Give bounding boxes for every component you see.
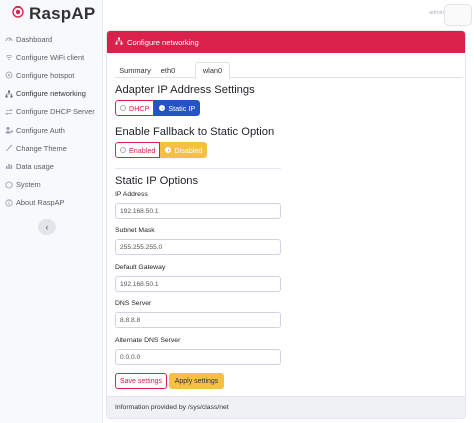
- sidebar-item-system[interactable]: System: [0, 176, 103, 194]
- sidebar-item-label: Dashboard: [16, 34, 53, 44]
- sidebar-nav: Dashboard Configure WiFi client Configur…: [0, 30, 103, 212]
- fallback-heading: Enable Fallback to Static Option: [115, 126, 275, 138]
- fallback-enabled-label: Enabled: [129, 145, 156, 155]
- sidebar-item-label: Change Theme: [16, 143, 67, 153]
- sidebar-item-label: About RaspAP: [16, 198, 65, 208]
- divider: [115, 168, 281, 169]
- dns-server-label: DNS Server: [115, 300, 152, 307]
- info-icon: [4, 198, 13, 207]
- dhcp-option[interactable]: DHCP: [115, 100, 155, 116]
- card-title: Configure networking: [127, 37, 199, 47]
- alternate-dns-label: Alternate DNS Server: [115, 337, 181, 344]
- user-lock-icon: [4, 126, 13, 135]
- hotspot-icon: [4, 71, 13, 80]
- sidebar-item-label: Configure Auth: [16, 125, 65, 135]
- radio-icon: [120, 105, 126, 111]
- alternate-dns-input[interactable]: 0.0.0.0: [115, 349, 281, 365]
- chevron-left-icon: ‹: [45, 222, 49, 232]
- fallback-enabled-option[interactable]: Enabled: [115, 142, 161, 158]
- exchange-icon: [4, 107, 13, 116]
- sidebar-item-about[interactable]: About RaspAP: [0, 194, 103, 212]
- apply-settings-button[interactable]: Apply settings: [169, 373, 224, 389]
- dns-server-input[interactable]: 8.8.8.8: [115, 312, 281, 328]
- sidebar-item-label: Configure WiFi client: [16, 52, 85, 62]
- sidebar-item-hotspot[interactable]: Configure hotspot: [0, 66, 103, 84]
- tab-summary[interactable]: Summary: [117, 62, 153, 78]
- subnet-mask-input[interactable]: 255.255.255.0: [115, 239, 281, 255]
- radio-checked-icon: [165, 147, 172, 153]
- paint-brush-icon: [4, 144, 13, 153]
- adapter-heading: Adapter IP Address Settings: [115, 84, 255, 96]
- sidebar-item-networking[interactable]: Configure networking: [0, 85, 103, 103]
- sidebar-collapse-button[interactable]: ‹: [38, 219, 56, 235]
- brand[interactable]: RaspAP: [12, 4, 95, 24]
- ip-address-input[interactable]: 192.168.50.1: [115, 203, 281, 219]
- sidebar-item-label: System: [16, 180, 41, 190]
- user-name: admin: [429, 10, 444, 16]
- dhcp-label: DHCP: [129, 103, 150, 113]
- static-ip-label: Static IP: [168, 103, 196, 113]
- sidebar-item-dashboard[interactable]: Dashboard: [0, 30, 103, 48]
- fallback-disabled-option[interactable]: Disabled: [160, 142, 208, 158]
- cube-icon: [4, 180, 13, 189]
- radio-checked-icon: [159, 105, 166, 111]
- sidebar-item-wifi-client[interactable]: Configure WiFi client: [0, 48, 103, 66]
- default-gateway-input[interactable]: 192.168.50.1: [115, 276, 281, 292]
- radio-icon: [120, 147, 126, 153]
- sidebar-item-label: Configure DHCP Server: [16, 107, 95, 117]
- ip-address-label: IP Address: [115, 191, 148, 198]
- avatar[interactable]: [444, 4, 472, 26]
- sidebar: RaspAP Dashboard Configure WiFi client C…: [0, 0, 103, 423]
- static-options-heading: Static IP Options: [115, 175, 199, 187]
- static-ip-option[interactable]: Static IP: [154, 100, 201, 116]
- sidebar-item-auth[interactable]: Configure Auth: [0, 121, 103, 139]
- tab-eth0[interactable]: eth0: [155, 62, 181, 78]
- networking-card: Configure networking Summary eth0 wlan0 …: [106, 30, 466, 419]
- topbar: admin: [103, 0, 474, 30]
- sidebar-item-label: Configure networking: [16, 89, 86, 99]
- fallback-disabled-label: Disabled: [174, 145, 203, 155]
- sidebar-item-label: Data usage: [16, 161, 54, 171]
- fallback-toggle: Enabled Disabled: [115, 142, 208, 158]
- dashboard-icon: [4, 35, 13, 44]
- sidebar-item-label: Configure hotspot: [16, 70, 75, 80]
- interface-tabs: Summary eth0 wlan0: [115, 62, 463, 79]
- save-settings-button[interactable]: Save settings: [115, 373, 167, 389]
- sidebar-item-dhcp[interactable]: Configure DHCP Server: [0, 103, 103, 121]
- brand-name: RaspAP: [29, 4, 96, 23]
- network-icon: [4, 89, 13, 98]
- default-gateway-label: Default Gateway: [115, 264, 166, 271]
- wifi-icon: [4, 53, 13, 62]
- card-header: Configure networking: [107, 31, 465, 53]
- adapter-mode-toggle: DHCP Static IP: [115, 100, 201, 116]
- subnet-mask-label: Subnet Mask: [115, 227, 155, 234]
- raspap-logo-icon: [12, 5, 24, 23]
- sidebar-item-data-usage[interactable]: Data usage: [0, 157, 103, 175]
- chart-icon: [4, 162, 13, 171]
- tab-wlan0[interactable]: wlan0: [195, 62, 230, 79]
- sidebar-item-theme[interactable]: Change Theme: [0, 139, 103, 157]
- card-footer: Information provided by /sys/class/net: [107, 396, 465, 418]
- sitemap-icon: [115, 37, 123, 47]
